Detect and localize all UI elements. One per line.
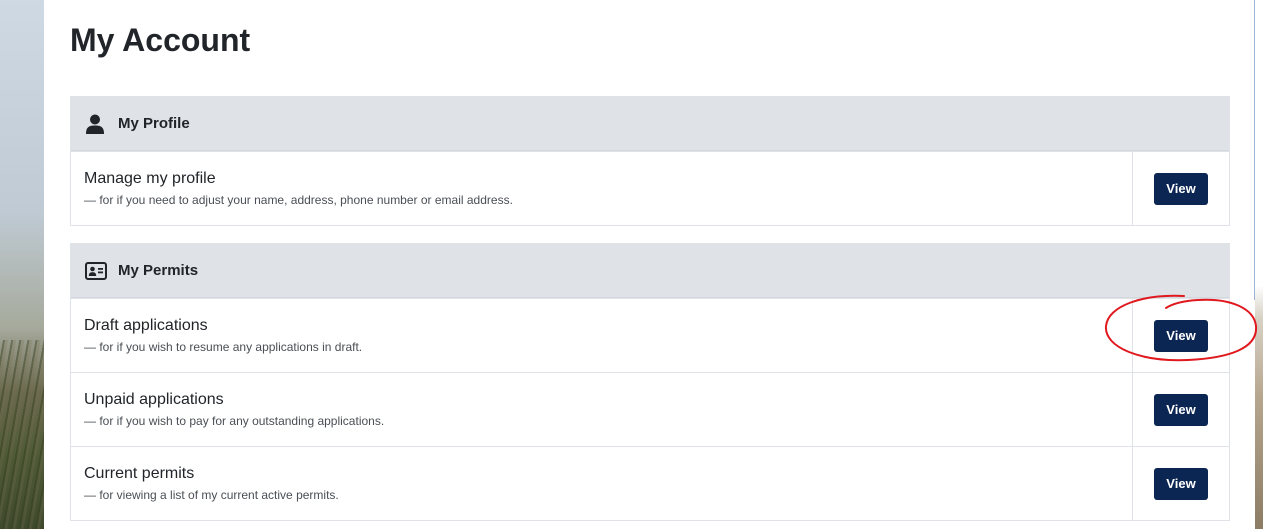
draft-applications-view-button[interactable]: View — [1154, 319, 1208, 352]
user-icon — [85, 114, 107, 134]
background-photo-left — [0, 0, 44, 529]
background-photo-right — [1255, 0, 1263, 529]
profile-card: My Profile Manage my profile — for if yo… — [70, 96, 1230, 226]
list-item: Unpaid applications — for if you wish to… — [71, 372, 1229, 446]
row-description: — for if you wish to pay for any outstan… — [84, 414, 385, 428]
list-item: Current permits — for viewing a list of … — [71, 446, 1229, 520]
scroll-edge-line — [1254, 0, 1255, 300]
permits-card-header: My Permits — [71, 244, 1229, 298]
row-description: — for if you need to adjust your name, a… — [84, 193, 513, 207]
row-description: — for viewing a list of my current activ… — [84, 488, 339, 502]
row-description: — for if you wish to resume any applicat… — [84, 340, 363, 354]
page-title: My Account — [70, 22, 251, 58]
list-item: Draft applications — for if you wish to … — [71, 298, 1229, 372]
row-title: Current permits — [84, 465, 195, 482]
list-item: Manage my profile — for if you need to a… — [71, 151, 1229, 225]
permits-card-title: My Permits — [118, 262, 199, 279]
row-title: Unpaid applications — [84, 391, 224, 408]
row-title: Manage my profile — [84, 170, 216, 187]
permits-card: My Permits Draft applications — for if y… — [70, 243, 1230, 521]
row-title: Draft applications — [84, 317, 208, 334]
unpaid-applications-view-button[interactable]: View — [1154, 393, 1208, 426]
profile-card-header: My Profile — [71, 97, 1229, 151]
manage-profile-view-button[interactable]: View — [1154, 172, 1208, 205]
id-card-icon — [85, 261, 107, 281]
profile-card-title: My Profile — [118, 115, 190, 132]
current-permits-view-button[interactable]: View — [1154, 467, 1208, 500]
